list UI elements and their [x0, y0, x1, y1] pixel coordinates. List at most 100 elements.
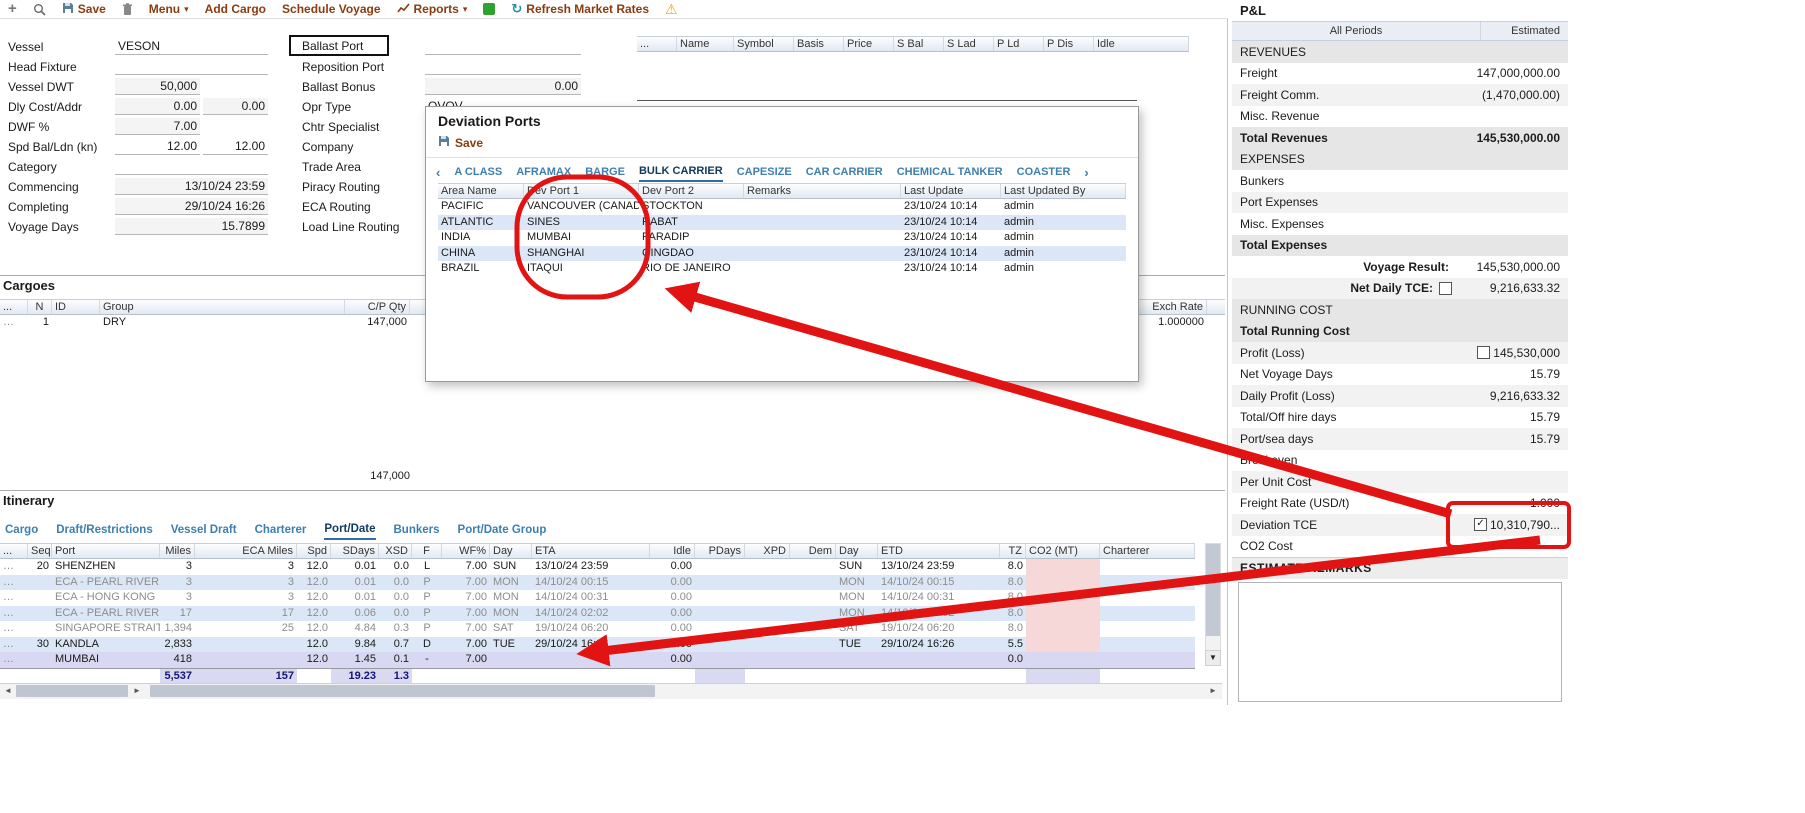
- menu-button[interactable]: Menu ▾: [149, 2, 189, 16]
- deviation-row-pacific[interactable]: PACIFICVANCOUVER (CANAD...STOCKTON23/10/…: [438, 199, 1126, 215]
- pnl-row-port-expenses[interactable]: Port Expenses: [1232, 192, 1568, 214]
- checkbox-checked[interactable]: ✓: [1474, 518, 1487, 531]
- column-header-idle[interactable]: Idle: [1094, 37, 1189, 51]
- scroll-right-button[interactable]: ►: [133, 686, 141, 695]
- column-header-n[interactable]: N: [28, 300, 52, 314]
- search-icon[interactable]: [33, 3, 46, 16]
- voyage-days-input[interactable]: 15.7899: [115, 218, 268, 235]
- column-header-co2[interactable]: CO2 (MT): [1026, 544, 1100, 558]
- pnl-row-co2-cost[interactable]: CO2 Cost: [1232, 536, 1568, 558]
- column-header-symbol[interactable]: Symbol: [734, 37, 794, 51]
- pnl-row-net-voyage-days[interactable]: Net Voyage Days15.79: [1232, 364, 1568, 386]
- column-header-menu[interactable]: ...: [637, 37, 677, 51]
- pnl-row-freight-rate-usd-t[interactable]: Freight Rate (USD/t)1.000: [1232, 493, 1568, 515]
- itinerary-tab-charterer[interactable]: Charterer: [255, 522, 307, 539]
- vertical-scrollbar-thumb[interactable]: [1206, 544, 1220, 636]
- column-header-id[interactable]: ID: [52, 300, 100, 314]
- reports-button[interactable]: Reports ▾: [397, 2, 468, 17]
- dev-tab-coaster[interactable]: COASTER: [1017, 164, 1071, 181]
- column-header-dem[interactable]: Dem: [790, 544, 836, 558]
- dev-tab-car-carrier[interactable]: CAR CARRIER: [806, 164, 883, 181]
- column-header-p-dis[interactable]: P Dis: [1044, 37, 1094, 51]
- column-header-port[interactable]: Port: [52, 544, 160, 558]
- scroll-down-button[interactable]: ▼: [1205, 650, 1221, 666]
- column-header-menu[interactable]: ...: [0, 544, 28, 558]
- column-header-port2[interactable]: Dev Port 2: [639, 184, 744, 198]
- column-header-f[interactable]: F: [412, 544, 442, 558]
- vessel-input[interactable]: VESON: [115, 38, 268, 55]
- dev-tab-chemical-tanker[interactable]: CHEMICAL TANKER: [897, 164, 1003, 181]
- pnl-row-estimate-remarks[interactable]: ESTIMATE REMARKS: [1232, 557, 1568, 579]
- column-header-wf[interactable]: WF%: [442, 544, 490, 558]
- pnl-row-voyage-result[interactable]: Voyage Result:145,530,000.00: [1232, 256, 1568, 278]
- pnl-row-total-off-hire-days[interactable]: Total/Off hire days15.79: [1232, 407, 1568, 429]
- dev-tab-aframax[interactable]: AFRAMAX: [516, 164, 571, 181]
- column-header-s-lad[interactable]: S Lad: [944, 37, 994, 51]
- column-header-chtr[interactable]: Charterer: [1100, 544, 1195, 558]
- column-header-remarks[interactable]: Remarks: [744, 184, 901, 198]
- itinerary-row-eca-pearl-river-d[interactable]: …ECA - PEARL RIVER D171712.00.060.0P7.00…: [0, 606, 1195, 622]
- add-icon[interactable]: +: [8, 3, 17, 15]
- scroll-right-button[interactable]: ►: [1209, 686, 1217, 695]
- column-header-xpd[interactable]: XPD: [745, 544, 790, 558]
- dwf-input[interactable]: 7.00: [115, 118, 200, 135]
- spd-laden-input[interactable]: 12.00: [203, 138, 268, 155]
- pnl-row-freight[interactable]: Freight147,000,000.00: [1232, 63, 1568, 85]
- column-header-name[interactable]: Name: [677, 37, 734, 51]
- column-header-p-ld[interactable]: P Ld: [994, 37, 1044, 51]
- column-header-day1[interactable]: Day: [490, 544, 532, 558]
- itinerary-tab-port-date-group[interactable]: Port/Date Group: [458, 522, 547, 539]
- deviation-row-brazil[interactable]: BRAZILITAQUIRIO DE JANEIRO23/10/24 10:14…: [438, 261, 1126, 277]
- horizontal-scrollbar-thumb[interactable]: [16, 685, 128, 697]
- deviation-row-atlantic[interactable]: ATLANTICSINESRABAT23/10/24 10:14admin: [438, 215, 1126, 231]
- column-header-updated[interactable]: Last Update: [901, 184, 1001, 198]
- column-header-area[interactable]: Area Name: [438, 184, 524, 198]
- column-header-estimated[interactable]: Estimated: [1481, 22, 1568, 40]
- itinerary-tab-port-date[interactable]: Port/Date: [324, 521, 375, 540]
- warning-icon[interactable]: ⚠: [665, 1, 678, 18]
- commencing-input[interactable]: 13/10/24 23:59: [115, 178, 268, 195]
- pnl-row-breakeven[interactable]: Breakeven: [1232, 450, 1568, 472]
- column-header-exch-rate[interactable]: Exch Rate: [1127, 300, 1207, 314]
- itinerary-tab-vessel-draft[interactable]: Vessel Draft: [171, 522, 237, 539]
- column-header-group[interactable]: Group: [100, 300, 345, 314]
- pnl-row-revenues[interactable]: REVENUES: [1232, 41, 1568, 63]
- column-header-qty[interactable]: C/P Qty: [345, 300, 410, 314]
- pnl-row-deviation-tce[interactable]: Deviation TCE✓10,310,790...: [1232, 514, 1568, 536]
- column-header-spd[interactable]: Spd: [297, 544, 331, 558]
- pnl-row-freight-comm[interactable]: Freight Comm.(1,470,000.00): [1232, 84, 1568, 106]
- estimate-remarks-box[interactable]: [1238, 582, 1562, 702]
- row-menu-icon[interactable]: …: [0, 606, 28, 622]
- ballast-port-selector[interactable]: Ballast Port: [289, 35, 389, 56]
- horizontal-scrollbar-thumb[interactable]: [150, 685, 655, 697]
- itinerary-row-eca-pearl-river-d[interactable]: …ECA - PEARL RIVER D3312.00.010.0P7.00MO…: [0, 575, 1195, 591]
- column-header-sdays[interactable]: SDays: [331, 544, 379, 558]
- row-menu-icon[interactable]: …: [0, 559, 28, 575]
- column-header-eca[interactable]: ECA Miles: [195, 544, 297, 558]
- pnl-row-total-running-cost[interactable]: Total Running Cost: [1232, 321, 1568, 343]
- vessel-dwt-input[interactable]: 50,000: [115, 78, 200, 95]
- pnl-row-total-revenues[interactable]: Total Revenues145,530,000.00: [1232, 127, 1568, 149]
- pnl-row-port-sea-days[interactable]: Port/sea days15.79: [1232, 428, 1568, 450]
- pnl-row-bunkers[interactable]: Bunkers: [1232, 170, 1568, 192]
- row-menu-icon[interactable]: …: [0, 315, 28, 331]
- column-header-seq[interactable]: Seq: [28, 544, 52, 558]
- pnl-row-daily-profit-loss[interactable]: Daily Profit (Loss)9,216,633.32: [1232, 385, 1568, 407]
- itinerary-tab-bunkers[interactable]: Bunkers: [394, 522, 440, 539]
- dly-cost-input[interactable]: 0.00: [115, 98, 200, 115]
- dev-tab-a-class[interactable]: A CLASS: [454, 164, 502, 181]
- category-input[interactable]: [115, 158, 268, 175]
- save-button[interactable]: Save: [62, 2, 106, 17]
- add-cargo-button[interactable]: Add Cargo: [205, 2, 266, 16]
- pnl-row-expenses[interactable]: EXPENSES: [1232, 149, 1568, 171]
- spd-ballast-input[interactable]: 12.00: [115, 138, 200, 155]
- itinerary-row-eca-hong-kong[interactable]: …ECA - HONG KONG3312.00.010.0P7.00MON14/…: [0, 590, 1195, 606]
- itinerary-row-shenzhen[interactable]: …20SHENZHEN3312.00.010.0L7.00SUN13/10/24…: [0, 559, 1195, 575]
- pnl-row-net-daily-tce[interactable]: Net Daily TCE:9,216,633.32: [1232, 278, 1568, 300]
- reposition-port-input[interactable]: [425, 58, 581, 75]
- addr-cost-input[interactable]: 0.00: [203, 98, 268, 115]
- itinerary-tab-cargo[interactable]: Cargo: [5, 522, 38, 539]
- pnl-row-per-unit-cost[interactable]: Per Unit Cost: [1232, 471, 1568, 493]
- row-menu-icon[interactable]: …: [0, 621, 28, 637]
- status-icon[interactable]: [483, 3, 495, 15]
